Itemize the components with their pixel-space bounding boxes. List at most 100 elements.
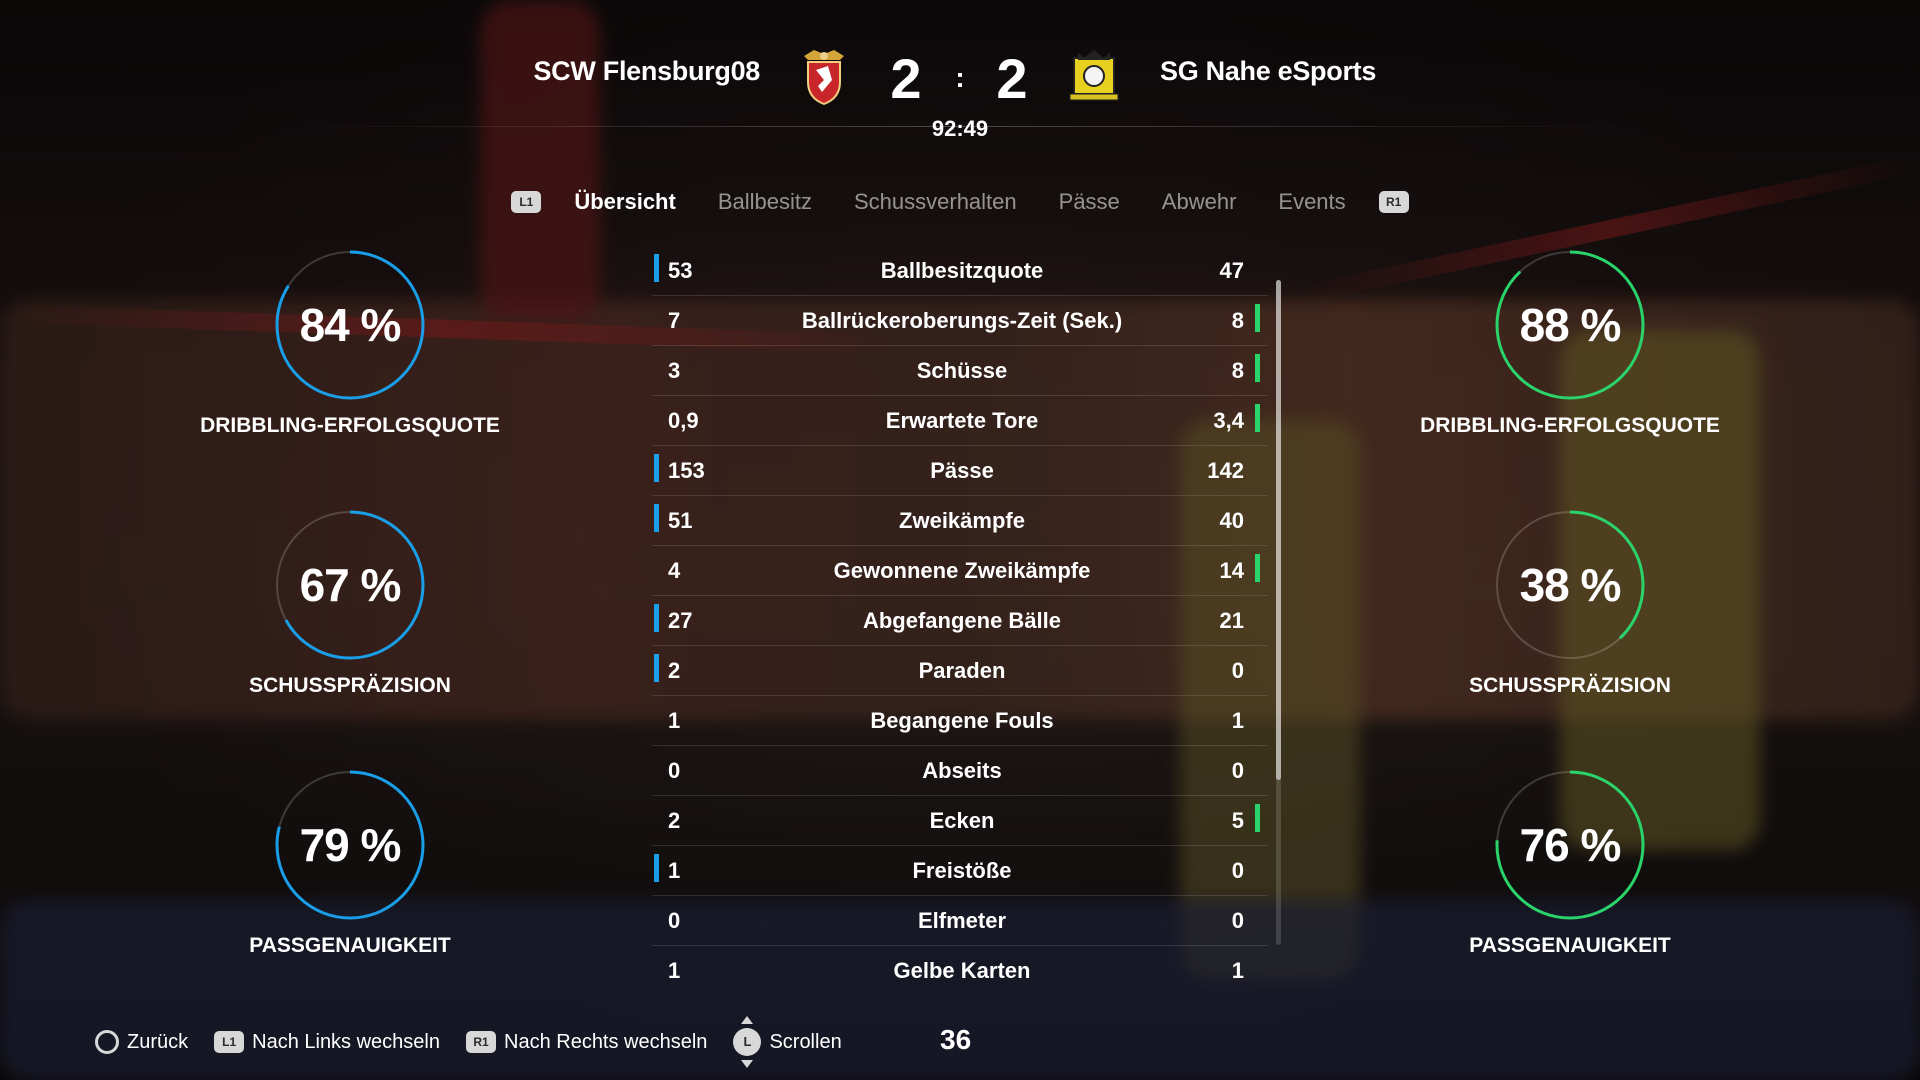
l1-button-icon: L1: [214, 1031, 245, 1053]
circle-button-icon: [95, 1030, 119, 1054]
stat-row: 0,9 Erwartete Tore 3,4: [652, 396, 1268, 446]
stat-row: 53 Ballbesitzquote 47: [652, 246, 1268, 296]
tab-ballbesitz[interactable]: Ballbesitz: [718, 189, 812, 215]
home-value: 0: [668, 758, 681, 783]
stat-row: 3 Schüsse 8: [652, 346, 1268, 396]
stat-name: Gelbe Karten: [893, 958, 1031, 983]
away-value: 40: [1219, 508, 1244, 533]
l1-button-icon[interactable]: L1: [511, 191, 542, 213]
tab-paesse[interactable]: Pässe: [1059, 189, 1120, 215]
stat-row: 0 Abseits 0: [652, 746, 1268, 796]
home-value: 2: [668, 658, 681, 683]
away-dribbling-ring: 88 % DRIBBLING-ERFOLGSQUOTE: [1410, 250, 1730, 470]
stat-row: 153 Pässe 142: [652, 446, 1268, 496]
home-team-crest-icon: [804, 50, 844, 106]
stat-name: Ballbesitzquote: [880, 258, 1044, 283]
home-score: 2: [890, 47, 922, 110]
home-leader-marker: [654, 504, 659, 532]
page-number: 36: [940, 1024, 972, 1055]
arrow-down-icon: [741, 1060, 754, 1068]
away-value: 142: [1207, 458, 1244, 483]
home-value: 51: [668, 508, 693, 533]
away-score: 2: [996, 47, 1028, 110]
home-pass-accuracy-ring: 79 % PASSGENAUIGKEIT: [190, 770, 510, 990]
ring-value: 84 %: [299, 299, 402, 351]
stat-row: 1 Begangene Fouls 1: [652, 696, 1268, 746]
away-value: 21: [1219, 608, 1244, 633]
away-value: 1: [1231, 958, 1244, 983]
home-leader-marker: [654, 854, 659, 882]
home-value: 7: [668, 308, 681, 333]
away-team-name: SG Nahe eSports: [1160, 56, 1377, 86]
away-value: 0: [1231, 758, 1244, 783]
stat-row: 1 Freistöße 0: [652, 846, 1268, 896]
scroll-hint[interactable]: L Scrollen: [733, 1016, 842, 1068]
switch-left-hint[interactable]: L1 Nach Links wechseln: [214, 1031, 440, 1054]
switch-left-label: Nach Links wechseln: [252, 1030, 440, 1053]
stat-name: Paraden: [918, 658, 1006, 683]
stat-name: Pässe: [930, 458, 994, 483]
score-separator: :: [955, 62, 965, 93]
stats-tabs: L1 Übersicht Ballbesitz Schussverhalten …: [0, 182, 1920, 222]
scrollbar-thumb[interactable]: [1276, 280, 1281, 780]
stat-row: 51 Zweikämpfe 40: [652, 496, 1268, 546]
tab-uebersicht[interactable]: Übersicht: [574, 189, 675, 215]
stat-row: 2 Ecken 5: [652, 796, 1268, 846]
home-value: 1: [668, 958, 681, 983]
away-shot-accuracy-ring: 38 % SCHUSSPRÄZISION: [1410, 510, 1730, 730]
stat-name: Ecken: [929, 808, 995, 833]
home-leader-marker: [654, 454, 659, 482]
stat-name: Schüsse: [916, 358, 1008, 383]
away-value: 3,4: [1213, 408, 1244, 433]
away-team-crest-icon: [1069, 50, 1119, 101]
home-value: 2: [668, 808, 681, 833]
away-leader-marker: [1255, 554, 1260, 582]
stat-row: 4 Gewonnene Zweikämpfe 14: [652, 546, 1268, 596]
stat-row: 2 Paraden 0: [652, 646, 1268, 696]
away-value: 8: [1231, 358, 1244, 383]
away-value: 8: [1231, 308, 1244, 333]
back-label: Zurück: [127, 1030, 189, 1053]
tab-events[interactable]: Events: [1278, 189, 1345, 215]
away-value: 0: [1231, 658, 1244, 683]
ring-label: DRIBBLING-ERFOLGSQUOTE: [1420, 414, 1720, 437]
home-shot-accuracy-ring: 67 % SCHUSSPRÄZISION: [190, 510, 510, 730]
scoreboard: SCW Flensburg08 2 : 2 SG Nahe eSports 92…: [0, 40, 1920, 150]
ring-value: 79 %: [299, 819, 402, 871]
away-value: 0: [1231, 858, 1244, 883]
stat-name: Elfmeter: [917, 908, 1007, 933]
stat-row: 1 Gelbe Karten 1: [652, 946, 1268, 995]
home-value: 3: [668, 358, 681, 383]
home-value: 27: [668, 608, 693, 633]
ring-label: DRIBBLING-ERFOLGSQUOTE: [200, 414, 500, 437]
home-value: 0,9: [668, 408, 699, 433]
stats-table[interactable]: 53 Ballbesitzquote 47 7 Ballrückeroberungs-…: [652, 246, 1268, 995]
home-value: 153: [668, 458, 705, 483]
away-leader-marker: [1255, 804, 1260, 832]
arrow-up-icon: [741, 1016, 754, 1024]
switch-right-hint[interactable]: R1 Nach Rechts wechseln: [466, 1031, 707, 1054]
away-leader-marker: [1255, 304, 1260, 332]
stat-row: 0 Elfmeter 0: [652, 896, 1268, 946]
away-value: 47: [1219, 258, 1244, 283]
back-hint[interactable]: Zurück: [95, 1030, 188, 1054]
home-value: 1: [668, 708, 681, 733]
home-dribbling-ring: 84 % DRIBBLING-ERFOLGSQUOTE: [190, 250, 510, 470]
home-leader-marker: [654, 254, 659, 282]
ring-value: 76 %: [1519, 819, 1622, 871]
home-leader-marker: [654, 604, 659, 632]
ring-label: SCHUSSPRÄZISION: [249, 674, 451, 697]
ring-label: PASSGENAUIGKEIT: [249, 934, 451, 957]
left-stick-icon: L: [733, 1016, 762, 1068]
stat-name: Gewonnene Zweikämpfe: [833, 558, 1091, 583]
away-leader-marker: [1255, 404, 1260, 432]
away-value: 0: [1231, 908, 1244, 933]
r1-button-icon: R1: [466, 1031, 496, 1053]
r1-button-icon[interactable]: R1: [1378, 191, 1409, 213]
tab-abwehr[interactable]: Abwehr: [1162, 189, 1237, 215]
home-value: 1: [668, 858, 681, 883]
ring-label: SCHUSSPRÄZISION: [1469, 674, 1671, 697]
tab-schussverhalten[interactable]: Schussverhalten: [854, 189, 1017, 215]
stat-name: Begangene Fouls: [870, 708, 1054, 733]
stat-name: Zweikämpfe: [899, 508, 1025, 533]
